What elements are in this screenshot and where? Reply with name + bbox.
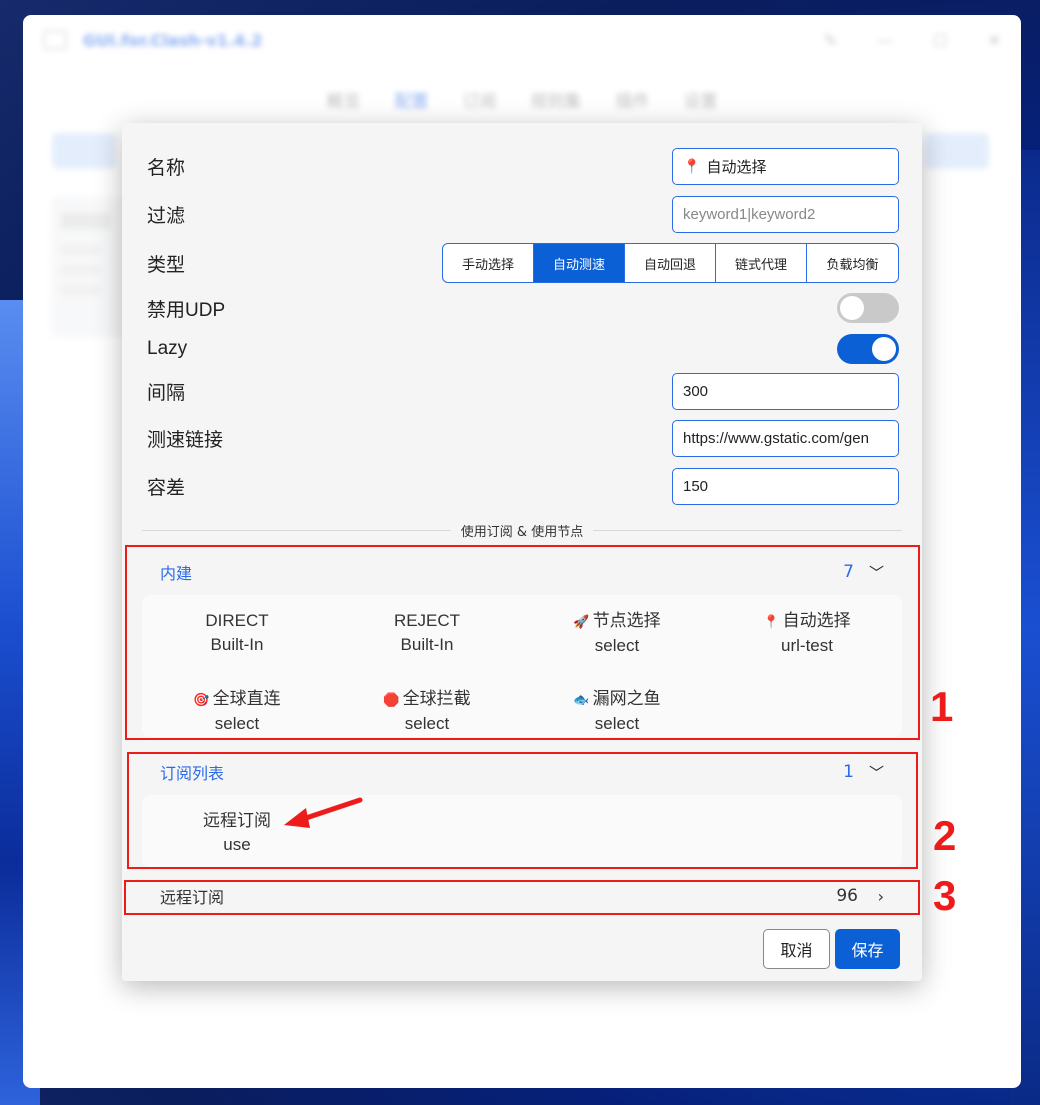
nav-item-rulesets[interactable]: 规则集 <box>531 87 582 112</box>
nav-item-plugins[interactable]: 插件 <box>616 87 650 112</box>
type-option-fallback[interactable]: 自动回退 <box>625 244 716 282</box>
type-label: 类型 <box>147 254 186 276</box>
nav-item-profiles[interactable]: 配置 <box>395 87 429 112</box>
annotation-box-1 <box>125 545 920 740</box>
tolerance-value: 150 <box>683 478 709 495</box>
section-divider: 使用订阅 & 使用节点 <box>142 520 902 540</box>
cancel-button[interactable]: 取消 <box>763 929 830 969</box>
interval-label: 间隔 <box>147 383 186 404</box>
name-label: 名称 <box>147 158 186 179</box>
filter-field[interactable] <box>672 196 899 233</box>
pin-icon[interactable]: ✎ <box>824 31 837 50</box>
bg-button-right <box>925 133 989 169</box>
nav-item-overview[interactable]: 概览 <box>327 87 361 112</box>
type-option-manual[interactable]: 手动选择 <box>443 244 534 282</box>
type-segmented-control: 手动选择 自动测速 自动回退 链式代理 负载均衡 <box>442 243 899 283</box>
udp-row: 禁用UDP <box>147 293 899 323</box>
annotation-number-2: 2 <box>933 812 957 859</box>
window-title: GUI.for.Clash-v1.4.2 <box>83 30 263 50</box>
url-input[interactable]: https://www.gstatic.com/gen <box>672 420 899 457</box>
nav-item-settings[interactable]: 设置 <box>684 87 718 112</box>
lazy-row: Lazy <box>147 334 899 364</box>
type-option-relay[interactable]: 链式代理 <box>716 244 807 282</box>
lazy-toggle[interactable] <box>837 334 899 364</box>
app-logo-icon <box>43 30 67 50</box>
annotation-box-3 <box>124 880 920 915</box>
minimize-icon[interactable]: — <box>877 31 893 50</box>
filter-row: 过滤 <box>147 196 899 233</box>
type-option-url-test[interactable]: 自动测速 <box>534 244 625 282</box>
type-option-load-balance[interactable]: 负载均衡 <box>807 244 898 282</box>
lazy-label: Lazy <box>147 338 188 359</box>
url-value: https://www.gstatic.com/gen <box>683 430 869 447</box>
bg-profile-card <box>51 197 131 337</box>
maximize-icon[interactable]: ☐ <box>933 31 947 50</box>
udp-label: 禁用UDP <box>147 299 226 321</box>
close-icon[interactable]: ✕ <box>988 31 1001 50</box>
filter-label: 过滤 <box>147 206 186 227</box>
annotation-number-3: 3 <box>933 872 957 919</box>
bg-button-left <box>52 133 116 169</box>
name-value: 自动选择 <box>706 159 767 176</box>
interval-input[interactable]: 300 <box>672 373 899 410</box>
nav-item-subscriptions[interactable]: 订阅 <box>463 87 497 112</box>
url-row: 测速链接 https://www.gstatic.com/gen <box>147 420 899 457</box>
tolerance-label: 容差 <box>147 478 186 499</box>
annotation-box-2 <box>127 752 918 869</box>
divider-text: 使用订阅 & 使用节点 <box>460 524 584 540</box>
annotation-number-1: 1 <box>930 683 954 730</box>
tolerance-row: 容差 150 <box>147 468 899 505</box>
top-nav: 概览 配置 订阅 规则集 插件 设置 <box>23 87 1021 112</box>
udp-toggle[interactable] <box>837 293 899 323</box>
filter-input[interactable] <box>683 206 888 223</box>
name-input[interactable]: 📍 自动选择 <box>672 148 899 185</box>
interval-row: 间隔 300 <box>147 373 899 410</box>
tolerance-input[interactable]: 150 <box>672 468 899 505</box>
url-label: 测速链接 <box>147 430 224 451</box>
name-row: 名称 📍 自动选择 <box>147 148 899 185</box>
red-pin-icon: 📍 <box>683 158 701 174</box>
interval-value: 300 <box>683 383 709 400</box>
title-bar: GUI.for.Clash-v1.4.2 ✎ — ☐ ✕ <box>23 15 1021 65</box>
type-row: 类型 手动选择 自动测速 自动回退 链式代理 负载均衡 <box>147 243 899 283</box>
save-button[interactable]: 保存 <box>835 929 900 969</box>
annotation-arrow-icon <box>284 797 363 828</box>
